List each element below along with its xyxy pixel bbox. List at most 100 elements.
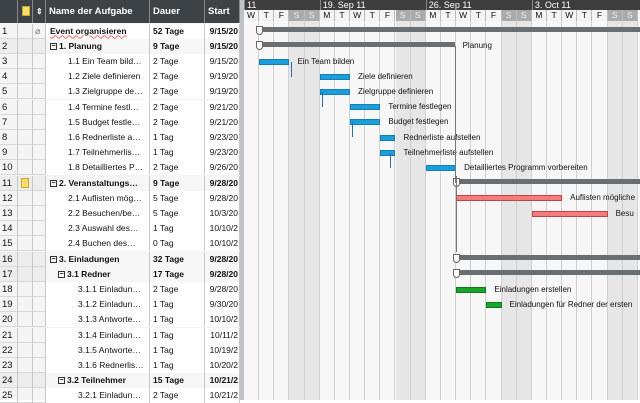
duration-cell[interactable]: 5 Tage [150, 205, 205, 222]
duration-cell[interactable]: 1 Tag [150, 312, 205, 328]
duration-cell[interactable]: 2 Tage [150, 160, 205, 176]
start-cell[interactable]: 9/21/20 [205, 114, 240, 130]
task-name-cell[interactable]: Event organisieren [46, 23, 150, 39]
task-name-cell[interactable]: 2.4 Buchen des… [46, 236, 150, 252]
green-task-bar[interactable] [456, 286, 487, 293]
start-cell[interactable]: 9/23/20 [205, 129, 240, 146]
table-row[interactable]: 25 3.2.1 Einladun… 2 Tage 10/21/2 [0, 388, 240, 403]
task-name-cell[interactable]: 3.1.4 Einladun… [46, 327, 150, 343]
start-cell[interactable]: 10/10/2 [205, 312, 240, 328]
duration-cell[interactable]: 1 Tag [150, 129, 205, 146]
start-cell[interactable]: 9/26/20 [205, 160, 240, 176]
task-name-cell[interactable]: 1.3 Zielgruppe de… [46, 84, 150, 100]
table-row[interactable]: 1 ⌀ Event organisieren 52 Tage 9/15/20 [0, 23, 240, 39]
duration-cell[interactable]: 2 Tage [150, 281, 205, 298]
note-icon[interactable] [21, 177, 29, 188]
task-name-cell[interactable]: 1.1 Ein Team bild… [46, 53, 150, 70]
duration-cell[interactable]: 32 Tage [150, 251, 205, 267]
task-task-bar[interactable] [380, 134, 396, 141]
duration-cell[interactable]: 1 Tag [150, 327, 205, 343]
table-row[interactable]: 11−2. Veranstaltungs… 9 Tage 9/28/20 [0, 175, 240, 191]
duration-cell[interactable]: 2 Tage [150, 69, 205, 85]
header-start[interactable]: Start [205, 0, 240, 23]
table-row[interactable]: 12 2.1 Auflisten mög… 5 Tage 9/28/20 [0, 190, 240, 206]
start-cell[interactable]: 9/28/20 [205, 190, 240, 206]
task-name-cell[interactable]: 2.2 Besuchen/be… [46, 205, 150, 222]
table-row[interactable]: 18 3.1.1 Einladun… 2 Tage 9/28/20 [0, 281, 240, 298]
critical-task-bar[interactable] [456, 195, 563, 202]
collapse-icon[interactable]: − [50, 42, 57, 50]
summary-bar[interactable] [456, 179, 640, 185]
start-cell[interactable]: 9/15/20 [205, 38, 240, 54]
table-row[interactable]: 5 1.3 Zielgruppe de… 2 Tage 9/19/20 [0, 84, 240, 100]
summary-bar[interactable] [456, 255, 640, 261]
table-row[interactable]: 4 1.2 Ziele definieren 2 Tage 9/19/20 [0, 69, 240, 85]
task-name-cell[interactable]: −1. Planung [46, 38, 150, 54]
table-row[interactable]: 9 1.7 Teilnehmerlis… 1 Tag 9/23/20 [0, 145, 240, 161]
task-task-bar[interactable] [380, 149, 396, 156]
task-name-cell[interactable]: 1.6 Rednerliste a… [46, 129, 150, 146]
duration-cell[interactable]: 1 Tag [150, 221, 205, 237]
task-name-cell[interactable]: 3.2.1 Einladun… [46, 388, 150, 403]
table-row[interactable]: 24−3.2 Teilnehmer 15 Tage 10/21/2 [0, 373, 240, 389]
table-row[interactable]: 15 2.4 Buchen des… 0 Tag 10/10/2 [0, 236, 240, 252]
header-attachment[interactable]: ⇕ [33, 0, 46, 23]
duration-cell[interactable]: 2 Tage [150, 114, 205, 130]
start-cell[interactable]: 9/28/20 [205, 175, 240, 191]
duration-cell[interactable]: 5 Tage [150, 190, 205, 206]
table-row[interactable]: 6 1.4 Termine festl… 2 Tage 9/21/20 [0, 99, 240, 115]
duration-cell[interactable]: 1 Tag [150, 342, 205, 358]
task-name-cell[interactable]: −3.1 Redner [46, 266, 150, 282]
summary-bar[interactable] [456, 270, 640, 276]
critical-task-bar[interactable] [531, 210, 608, 217]
header-name[interactable]: Name der Aufgabe [46, 0, 150, 23]
collapse-icon[interactable]: − [50, 179, 57, 187]
duration-cell[interactable]: 2 Tage [150, 388, 205, 403]
start-cell[interactable]: 10/10/2 [205, 236, 240, 252]
task-name-cell[interactable]: −3.2 Teilnehmer [46, 373, 150, 389]
task-name-cell[interactable]: 3.1.6 Rednerlis… [46, 357, 150, 374]
task-task-bar[interactable] [319, 88, 351, 95]
table-row[interactable]: 14 2.3 Auswahl des… 1 Tag 10/10/2 [0, 221, 240, 237]
paperclip-icon[interactable]: ⌀ [33, 26, 40, 36]
duration-cell[interactable]: 9 Tage [150, 38, 205, 54]
task-name-cell[interactable]: 2.1 Auflisten mög… [46, 190, 150, 206]
task-task-bar[interactable] [350, 104, 381, 111]
task-task-bar[interactable] [319, 73, 351, 80]
task-task-bar[interactable] [259, 58, 290, 65]
duration-cell[interactable]: 0 Tag [150, 236, 205, 252]
collapse-icon[interactable]: − [58, 270, 65, 278]
duration-cell[interactable]: 2 Tage [150, 84, 205, 100]
start-cell[interactable]: 9/21/20 [205, 99, 240, 115]
table-row[interactable]: 8 1.6 Rednerliste a… 1 Tag 9/23/20 [0, 129, 240, 146]
start-cell[interactable]: 9/19/20 [205, 84, 240, 100]
duration-cell[interactable]: 15 Tage [150, 373, 205, 389]
task-name-cell[interactable]: 3.1.5 Antworte… [46, 342, 150, 358]
start-cell[interactable]: 9/23/20 [205, 145, 240, 161]
green-task-bar[interactable] [486, 301, 502, 308]
start-cell[interactable]: 9/15/20 [205, 23, 240, 39]
start-cell[interactable]: 10/10/2 [205, 221, 240, 237]
table-row[interactable]: 3 1.1 Ein Team bild… 2 Tage 9/15/20 [0, 53, 240, 70]
task-name-cell[interactable]: −2. Veranstaltungs… [46, 175, 150, 191]
collapse-icon[interactable]: − [58, 377, 65, 385]
start-cell[interactable]: 10/21/2 [205, 373, 240, 389]
task-name-cell[interactable]: 1.4 Termine festl… [46, 99, 150, 115]
start-cell[interactable]: 9/30/20 [205, 297, 240, 313]
task-task-bar[interactable] [425, 164, 457, 171]
task-name-cell[interactable]: −3. Einladungen [46, 251, 150, 267]
duration-cell[interactable]: 1 Tag [150, 357, 205, 374]
start-cell[interactable]: 10/19/2 [205, 342, 240, 358]
start-cell[interactable]: 9/19/20 [205, 69, 240, 85]
duration-cell[interactable]: 9 Tage [150, 175, 205, 191]
task-task-bar[interactable] [350, 119, 381, 126]
task-name-cell[interactable]: 1.8 Detailliertes P… [46, 160, 150, 176]
start-cell[interactable]: 10/20/2 [205, 357, 240, 374]
start-cell[interactable]: 9/15/20 [205, 53, 240, 70]
table-row[interactable]: 21 3.1.4 Einladun… 1 Tag 10/11/2 [0, 327, 240, 343]
task-name-cell[interactable]: 2.3 Auswahl des… [46, 221, 150, 237]
collapse-icon[interactable]: − [50, 255, 57, 263]
table-row[interactable]: 10 1.8 Detailliertes P… 2 Tage 9/26/20 [0, 160, 240, 176]
duration-cell[interactable]: 1 Tag [150, 145, 205, 161]
task-name-cell[interactable]: 3.1.1 Einladun… [46, 281, 150, 298]
